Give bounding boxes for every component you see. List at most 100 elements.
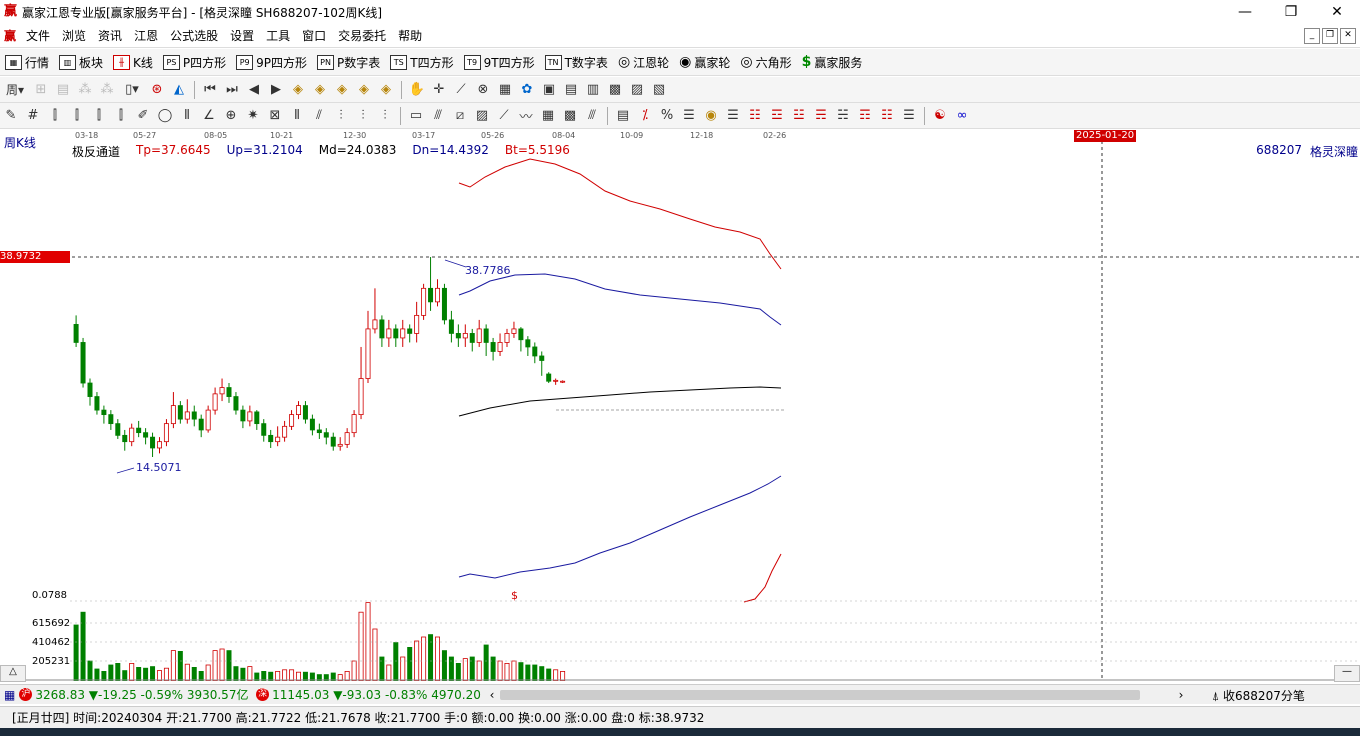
menu-help[interactable]: 帮助	[392, 27, 428, 44]
slash-icon[interactable]: ⫽	[308, 106, 330, 126]
period-select[interactable]: 周 ▾	[0, 80, 30, 100]
fork-icon-3[interactable]: ⫿	[88, 106, 110, 126]
level-icon-10[interactable]: ☰	[898, 106, 920, 126]
comb-icon-2[interactable]: ⫶	[352, 106, 374, 126]
parallel-icon[interactable]: ⫻	[427, 106, 449, 126]
level-icon-8[interactable]: ☶	[854, 106, 876, 126]
angle-icon[interactable]: ∠	[198, 106, 220, 126]
save-icon[interactable]: ▩	[604, 80, 626, 100]
tb2-icon-5[interactable]: ⊛	[146, 80, 168, 100]
first-button[interactable]: ⏮	[199, 80, 221, 100]
coin-icon[interactable]: ◉	[700, 106, 722, 126]
grid-icon[interactable]: ▦	[4, 688, 15, 702]
next-button[interactable]: ▶	[265, 80, 287, 100]
level-icon-2[interactable]: ☰	[722, 106, 744, 126]
diamond-icon-1[interactable]: ◈	[287, 80, 309, 100]
kline-chart[interactable]: 03-18 05-27 08-05 10-21 12-30 03-17 05-26 08-04…	[0, 129, 1360, 681]
table2-icon[interactable]: ▤	[612, 106, 634, 126]
mdi-close-button[interactable]: ✕	[1340, 28, 1356, 44]
chart-area[interactable]: 03-18 05-27 08-05 10-21 12-30 03-17 05-26 08-04…	[0, 129, 1360, 682]
scroll-right-arrow[interactable]: ›	[1166, 688, 1196, 702]
lines-icon[interactable]: ⫴	[286, 106, 308, 126]
print-icon[interactable]: ▨	[626, 80, 648, 100]
restore-button[interactable]: ❐	[1268, 0, 1314, 24]
tb2-icon-6[interactable]: ◭	[168, 80, 190, 100]
tb2-icon-1[interactable]: ⊞	[30, 80, 52, 100]
level-icon-5[interactable]: ☳	[788, 106, 810, 126]
tb-t-square-button[interactable]: TS T四方形	[385, 54, 458, 71]
scroll-left-arrow[interactable]: ‹	[484, 688, 500, 702]
gann-icon[interactable]: ✿	[516, 80, 538, 100]
export-icon[interactable]: ▧	[648, 80, 670, 100]
diamond-icon-2[interactable]: ◈	[309, 80, 331, 100]
level-icon-1[interactable]: ☰	[678, 106, 700, 126]
grid3-icon[interactable]: ▩	[559, 106, 581, 126]
tb-sector-button[interactable]: ▥ 板块	[54, 54, 108, 71]
table-icon[interactable]: ▤	[560, 80, 582, 100]
tb-t-number-button[interactable]: TN T数字表	[540, 54, 613, 71]
level-icon-9[interactable]: ☷	[876, 106, 898, 126]
comb-icon-1[interactable]: ⫶	[330, 106, 352, 126]
bars-icon[interactable]: ⦀	[176, 106, 198, 126]
pen-icon[interactable]: ✎	[0, 106, 22, 126]
doc-icon[interactable]: ▥	[582, 80, 604, 100]
wave-icon[interactable]: 〰	[515, 106, 537, 126]
tb2-icon-4[interactable]: ⁂	[96, 80, 118, 100]
star-icon[interactable]: ✷	[242, 106, 264, 126]
level-icon-3[interactable]: ☷	[744, 106, 766, 126]
menu-browse[interactable]: 浏览	[56, 27, 92, 44]
fork-icon-1[interactable]: ⫿	[44, 106, 66, 126]
comb-icon-3[interactable]: ⫶	[374, 106, 396, 126]
pattern-icon[interactable]: ⊗	[472, 80, 494, 100]
hatch-icon[interactable]: ▨	[471, 106, 493, 126]
diamond-icon-4[interactable]: ◈	[353, 80, 375, 100]
grid2-icon[interactable]: ▦	[537, 106, 559, 126]
tb-9t-square-button[interactable]: T9 9T四方形	[459, 54, 540, 71]
menu-file[interactable]: 文件	[20, 27, 56, 44]
tb2-icon-2[interactable]: ▤	[52, 80, 74, 100]
hash-icon[interactable]: #	[22, 106, 44, 126]
trend-icon[interactable]: ⟋	[493, 106, 515, 126]
last-button[interactable]: ⏭	[221, 80, 243, 100]
rect-icon[interactable]: ▭	[405, 106, 427, 126]
tb2-icon-3[interactable]: ⁂	[74, 80, 96, 100]
box-icon[interactable]: ⊠	[264, 106, 286, 126]
close-button[interactable]: ✕	[1314, 0, 1360, 24]
diamond-icon-5[interactable]: ◈	[375, 80, 397, 100]
level-icon-4[interactable]: ☲	[766, 106, 788, 126]
hand-icon[interactable]: ✋	[406, 80, 428, 100]
horizontal-scrollbar[interactable]: ‹ ›	[484, 688, 1204, 702]
percent-icon[interactable]: %	[656, 106, 678, 126]
prev-button[interactable]: ◀	[243, 80, 265, 100]
grid-icon[interactable]: ▦	[494, 80, 516, 100]
level-icon-7[interactable]: ☵	[832, 106, 854, 126]
crosshair-icon[interactable]: ✛	[428, 80, 450, 100]
fork-icon-2[interactable]: ⫿	[66, 106, 88, 126]
brush-icon[interactable]: ✐	[132, 106, 154, 126]
minimize-button[interactable]: —	[1222, 0, 1268, 24]
menu-trade[interactable]: 交易委托	[332, 27, 392, 44]
tb-service-button[interactable]: $ 赢家服务	[797, 54, 868, 71]
tb-p-square-button[interactable]: PS P四方形	[158, 54, 231, 71]
tb-p-number-button[interactable]: PN P数字表	[312, 54, 385, 71]
fork-icon-4[interactable]: ⫿	[110, 106, 132, 126]
scroll-up-button[interactable]: △	[0, 665, 26, 682]
tb-kline-button[interactable]: ╫ K线	[108, 54, 158, 71]
diamond-icon-3[interactable]: ◈	[331, 80, 353, 100]
infinity-icon[interactable]: ∞	[951, 106, 973, 126]
scroll-thumb[interactable]	[500, 690, 1140, 700]
tb2-select-2[interactable]: ▯▾	[118, 80, 146, 100]
tb-gann-wheel-button[interactable]: ◎ 江恩轮	[613, 54, 674, 71]
level-icon-6[interactable]: ☴	[810, 106, 832, 126]
scroll-right-button[interactable]: —	[1334, 665, 1360, 682]
calendar-icon[interactable]: ▣	[538, 80, 560, 100]
fan-icon[interactable]: ⊕	[220, 106, 242, 126]
menu-gann[interactable]: 江恩	[128, 27, 164, 44]
tb-winner-wheel-button[interactable]: ◉ 赢家轮	[674, 54, 735, 71]
menu-formula[interactable]: 公式选股	[164, 27, 224, 44]
circle-icon[interactable]: ◯	[154, 106, 176, 126]
tick-detail-label[interactable]: ⍋ 收688207分笔	[1212, 687, 1305, 704]
fan2-icon[interactable]: ⫻	[581, 106, 603, 126]
ratio-icon[interactable]: ⁒	[634, 106, 656, 126]
yinyang-icon[interactable]: ☯	[929, 106, 951, 126]
